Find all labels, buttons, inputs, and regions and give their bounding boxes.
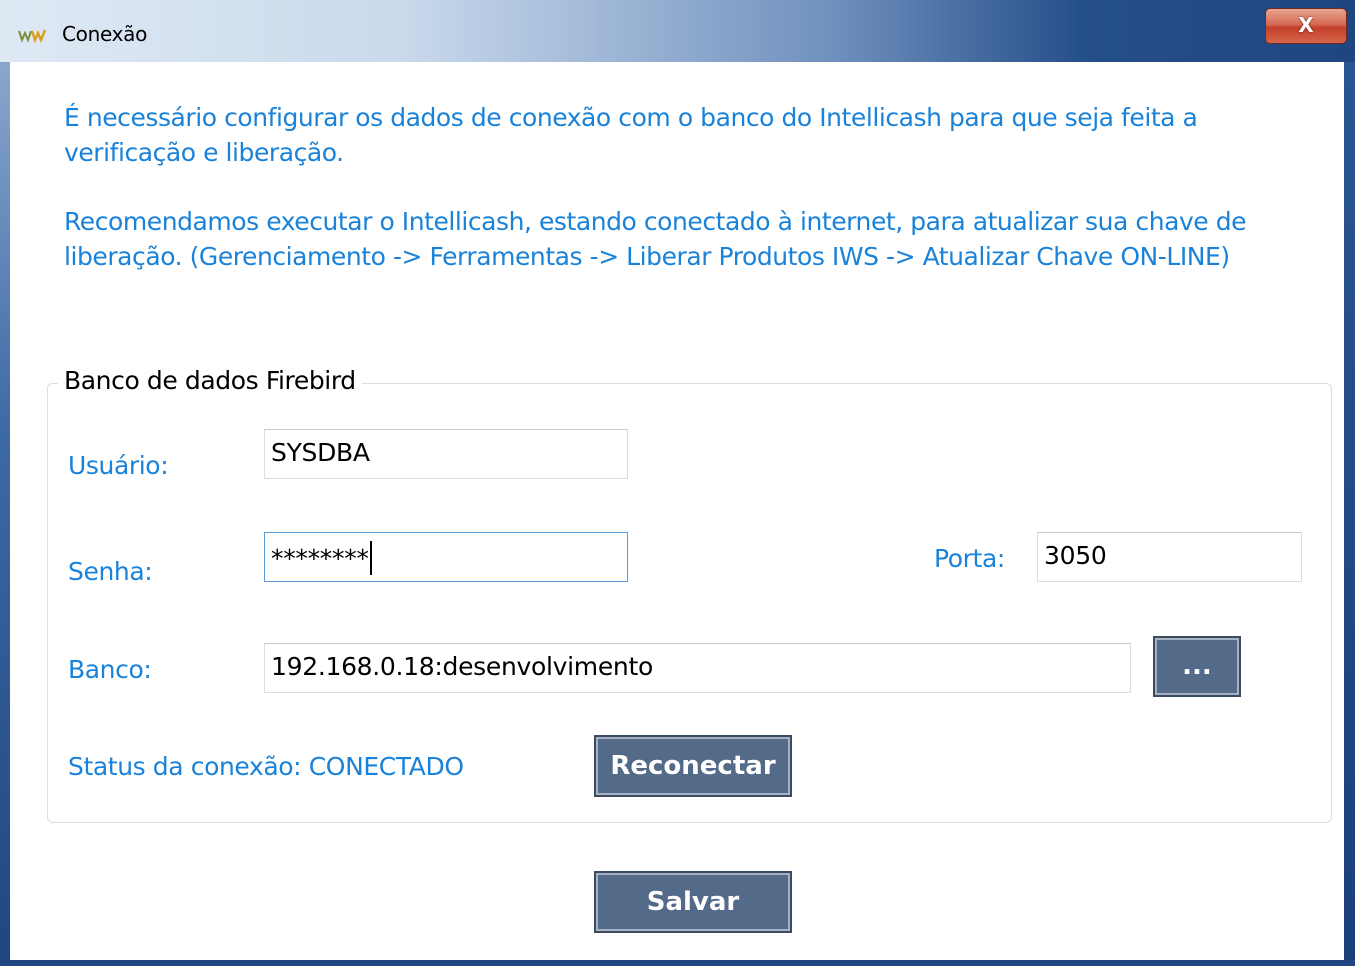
window-border-left (0, 62, 10, 966)
groupbox-legend: Banco de dados Firebird (58, 366, 362, 395)
reconnect-button[interactable]: Reconectar (594, 735, 792, 797)
senha-label: Senha: (68, 557, 153, 586)
save-button[interactable]: Salvar (594, 871, 792, 933)
close-button[interactable]: X (1265, 8, 1347, 44)
text-caret (369, 541, 372, 575)
banco-input[interactable]: 192.168.0.18:desenvolvimento (264, 643, 1131, 693)
dialog-window: Conexão X É necessário configurar os dad… (0, 0, 1355, 966)
info-text-recommendation: Recomendamos executar o Intellicash, est… (64, 207, 1247, 271)
porta-input[interactable]: 3050 (1037, 532, 1302, 582)
senha-value: ******** (271, 544, 369, 573)
browse-database-button[interactable]: ... (1153, 636, 1241, 697)
banco-label: Banco: (68, 655, 152, 684)
app-logo-icon (18, 29, 47, 43)
info-text-config: É necessário configurar os dados de cone… (64, 103, 1198, 167)
window-border-right (1344, 62, 1355, 966)
senha-input[interactable]: ******** (264, 532, 628, 582)
usuario-label: Usuário: (68, 451, 169, 480)
window-title: Conexão (62, 22, 148, 46)
porta-label: Porta: (934, 544, 1005, 573)
window-border-bottom (0, 960, 1355, 966)
usuario-input[interactable]: SYSDBA (264, 429, 628, 479)
connection-status: Status da conexão: CONECTADO (68, 752, 464, 781)
title-bar[interactable]: Conexão X (0, 0, 1355, 62)
